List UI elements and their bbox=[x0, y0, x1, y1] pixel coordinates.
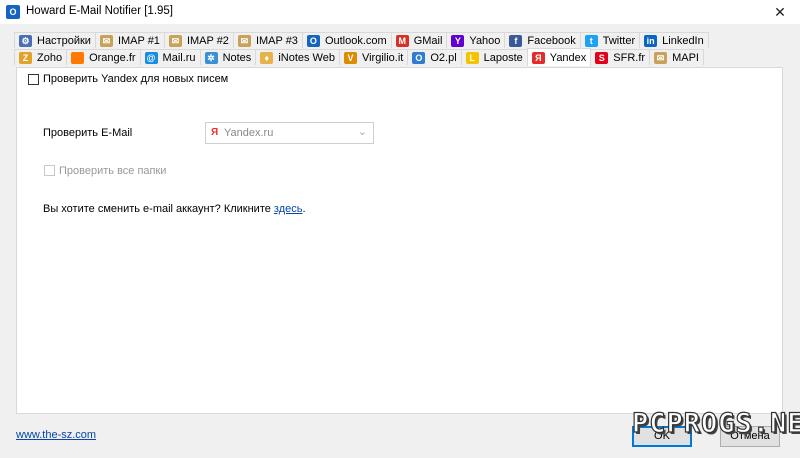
change-account-dot: . bbox=[302, 203, 306, 215]
notes-icon: ✲ bbox=[204, 51, 218, 64]
change-account-text: Вы хотите сменить e-mail аккаунт? Кликни… bbox=[43, 203, 306, 215]
tab-laposte[interactable]: L Laposte bbox=[460, 49, 528, 65]
virgilio-icon: V bbox=[343, 51, 357, 64]
yandex-panel: Проверить Yandex для новых писем Провери… bbox=[16, 67, 783, 414]
tab-label: Outlook.com bbox=[324, 34, 387, 47]
tab-imap-1[interactable]: ✉ IMAP #1 bbox=[94, 32, 165, 48]
tab-imap-3[interactable]: ✉ IMAP #3 bbox=[232, 32, 303, 48]
client-area: ⚙ Настройки ✉ IMAP #1 ✉ IMAP #2 ✉ IMAP #3 O Outlo… bbox=[0, 24, 800, 458]
facebook-icon: f bbox=[509, 34, 523, 47]
o2-icon: O bbox=[412, 51, 426, 64]
tab-label: Laposte bbox=[483, 51, 523, 64]
app-icon: O bbox=[6, 5, 20, 19]
tab-label: SFR.fr bbox=[613, 51, 646, 64]
linkedin-icon: in bbox=[644, 34, 658, 47]
tab-virgilio-it[interactable]: V Virgilio.it bbox=[338, 49, 409, 65]
tab-label: iNotes Web bbox=[278, 51, 335, 64]
zoho-icon: Z bbox=[19, 51, 32, 64]
tab-label: IMAP #2 bbox=[186, 34, 229, 47]
window-title: Howard E-Mail Notifier [1.95] bbox=[26, 5, 173, 17]
tab-o2-pl[interactable]: O O2.pl bbox=[407, 49, 462, 65]
tab-yandex[interactable]: Я Yandex bbox=[526, 48, 592, 66]
change-account-link[interactable]: здесь bbox=[274, 203, 303, 215]
settings-icon: ⚙ bbox=[19, 34, 32, 47]
tab-label: IMAP #1 bbox=[117, 34, 160, 47]
tab-zoho[interactable]: Z Zoho bbox=[14, 49, 68, 65]
tab-label: Twitter bbox=[602, 34, 636, 47]
close-icon[interactable]: ✕ bbox=[760, 0, 800, 24]
envelope-icon: ✉ bbox=[237, 34, 251, 47]
tab-row-2: Z Zoho Orange.fr @ Mail.ru ✲ Notes ♦ iNotes Web… bbox=[14, 48, 704, 66]
tab-label: GMail bbox=[413, 34, 443, 47]
laposte-icon: L bbox=[465, 51, 479, 64]
yandex-icon: Я bbox=[211, 127, 219, 138]
tab-label: O2.pl bbox=[430, 51, 457, 64]
email-select[interactable]: Я Yandex.ru ⌄ bbox=[205, 122, 374, 144]
mailru-icon: @ bbox=[144, 51, 158, 64]
gmail-icon: M bbox=[395, 34, 409, 47]
tab-label: Mail.ru bbox=[162, 51, 196, 64]
tab-sfr-fr[interactable]: S SFR.fr bbox=[590, 49, 651, 65]
email-label: Проверить E-Mail bbox=[43, 127, 133, 139]
tab-mapi[interactable]: ✉ MAPI bbox=[649, 49, 704, 65]
yandex-icon: Я bbox=[531, 51, 545, 64]
all-folders-label: Проверить все папки bbox=[59, 165, 167, 177]
tab-label: Yandex bbox=[549, 51, 587, 64]
tab-inotes-web[interactable]: ♦ iNotes Web bbox=[255, 49, 340, 65]
envelope-icon: ✉ bbox=[654, 51, 668, 64]
change-account-prefix: Вы хотите сменить e-mail аккаунт? Кликни… bbox=[43, 203, 274, 215]
site-link[interactable]: www.the-sz.com bbox=[16, 429, 96, 441]
tab-imap-2[interactable]: ✉ IMAP #2 bbox=[163, 32, 234, 48]
check-new-mail-checkbox[interactable] bbox=[28, 74, 39, 85]
chevron-down-icon: ⌄ bbox=[357, 126, 367, 138]
tab-linkedin[interactable]: in LinkedIn bbox=[639, 32, 709, 48]
tab-yahoo[interactable]: Y Yahoo bbox=[446, 32, 506, 48]
tab-label: Настройки bbox=[37, 34, 91, 47]
email-select-value: Yandex.ru bbox=[224, 127, 274, 139]
tab-label: Virgilio.it bbox=[361, 51, 404, 64]
tab-label: Orange.fr bbox=[89, 51, 136, 64]
orange-icon bbox=[71, 51, 85, 64]
tab-mail-ru[interactable]: @ Mail.ru bbox=[139, 49, 201, 65]
tab-notes[interactable]: ✲ Notes bbox=[199, 49, 257, 65]
tab-twitter[interactable]: t Twitter bbox=[579, 32, 641, 48]
title-bar: O Howard E-Mail Notifier [1.95] ✕ bbox=[0, 0, 800, 24]
tab-label: Facebook bbox=[527, 34, 576, 47]
sfr-icon: S bbox=[595, 51, 609, 64]
twitter-icon: t bbox=[584, 34, 598, 47]
check-new-mail-label: Проверить Yandex для новых писем bbox=[43, 73, 229, 85]
watermark: PCPROGS.NET bbox=[631, 407, 800, 439]
tab-label: LinkedIn bbox=[662, 34, 704, 47]
all-folders-checkbox[interactable] bbox=[44, 165, 55, 176]
tab-настройки[interactable]: ⚙ Настройки bbox=[14, 32, 96, 48]
inotes-icon: ♦ bbox=[260, 51, 274, 64]
tab-label: MAPI bbox=[672, 51, 699, 64]
tab-label: IMAP #3 bbox=[255, 34, 298, 47]
tab-outlook-com[interactable]: O Outlook.com bbox=[301, 32, 392, 48]
envelope-icon: ✉ bbox=[99, 34, 113, 47]
yahoo-icon: Y bbox=[451, 34, 465, 47]
tab-orange-fr[interactable]: Orange.fr bbox=[66, 49, 141, 65]
envelope-icon: ✉ bbox=[168, 34, 182, 47]
tab-label: Notes bbox=[222, 51, 252, 64]
tab-label: Yahoo bbox=[469, 34, 501, 47]
tab-label: Zoho bbox=[37, 51, 63, 64]
tab-facebook[interactable]: f Facebook bbox=[504, 32, 581, 48]
outlook-icon: O bbox=[306, 34, 320, 47]
tab-gmail[interactable]: M GMail bbox=[390, 32, 448, 48]
tab-row-1: ⚙ Настройки ✉ IMAP #1 ✉ IMAP #2 ✉ IMAP #3 O Outlo… bbox=[14, 32, 709, 49]
